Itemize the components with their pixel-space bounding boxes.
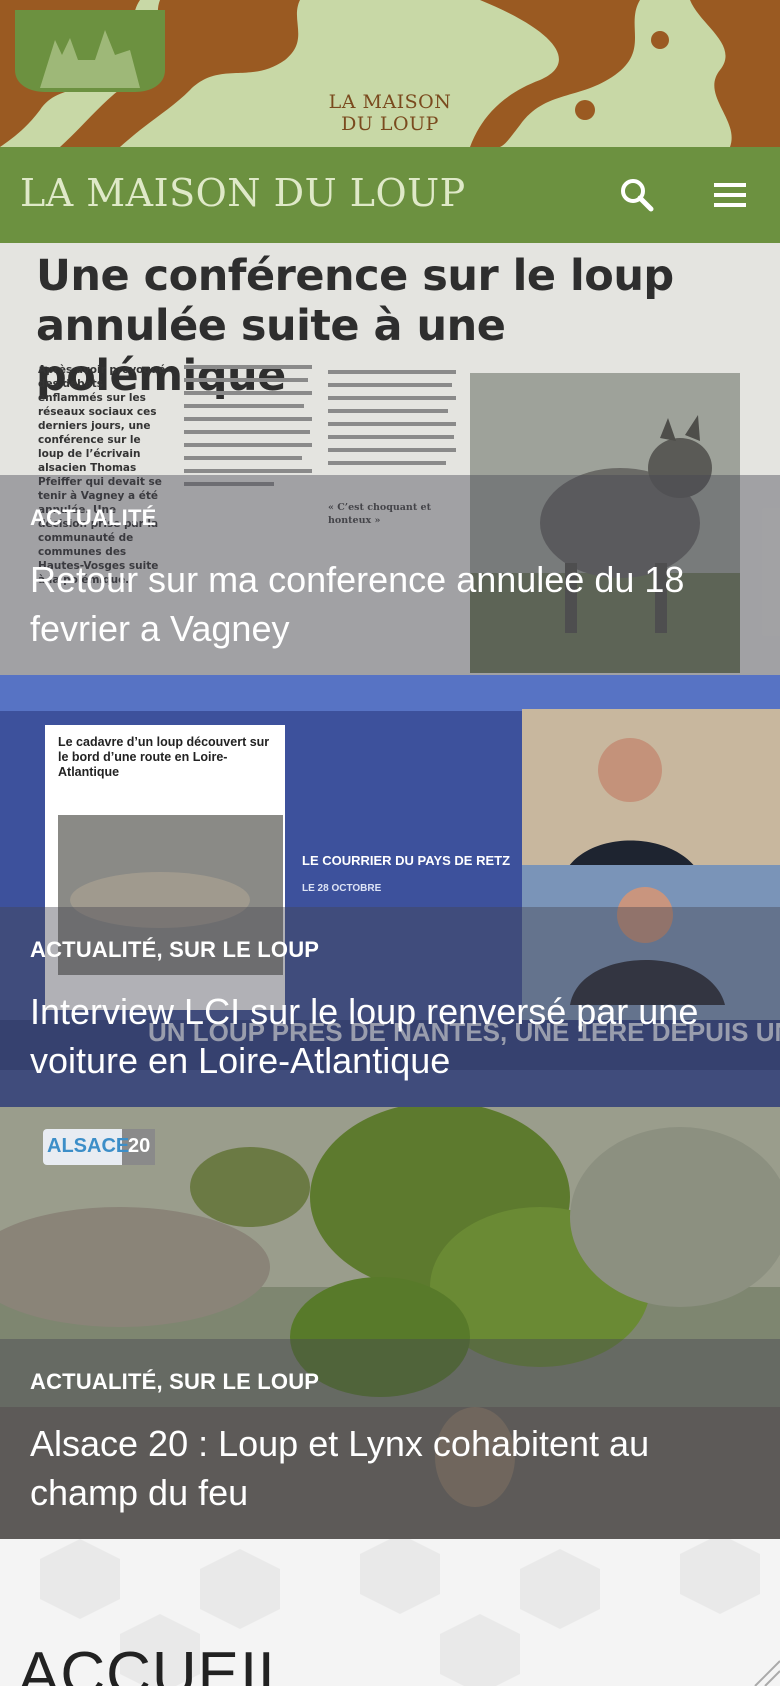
alsace20-logo-number: 20 xyxy=(128,1135,151,1157)
article-category[interactable]: ACTUALITÉ xyxy=(30,505,156,531)
article-category[interactable]: ACTUALITÉ, SUR LE LOUP xyxy=(30,937,319,963)
article-category[interactable]: ACTUALITÉ, SUR LE LOUP xyxy=(30,1369,319,1395)
home-title: ACCUEIL xyxy=(18,1640,294,1686)
tv-card-heading: Le cadavre d’un loup découvert sur le bo… xyxy=(58,735,270,779)
maison-du-loup-logo[interactable] xyxy=(0,0,180,134)
article-title[interactable]: Interview LCI sur le loup renversé par u… xyxy=(30,987,730,1085)
article-title[interactable]: Retour sur ma conference annulee du 18 f… xyxy=(30,555,730,653)
article-card-3[interactable]: ALSACE 20 ACTUALITÉ, SUR LE LOUP Alsace … xyxy=(0,1107,780,1539)
alsace20-logo-word: ALSACE xyxy=(47,1135,130,1157)
tv-date-label: LE 28 OCTOBRE xyxy=(302,883,382,894)
navigation-bar: LA MAISON DU LOUP xyxy=(0,147,780,243)
article-card-1[interactable]: Une conférence sur le loup annulée suite… xyxy=(0,243,780,675)
hamburger-menu-icon[interactable] xyxy=(710,175,750,215)
home-section: ACCUEIL xyxy=(0,1539,780,1686)
logo-text-line2: DU LOUP xyxy=(341,113,439,135)
site-title[interactable]: LA MAISON DU LOUP xyxy=(20,171,466,215)
article-title[interactable]: Alsace 20 : Loup et Lynx cohabitent au c… xyxy=(30,1419,730,1517)
article-card-2[interactable]: Le cadavre d’un loup découvert sur le bo… xyxy=(0,675,780,1107)
logo-text-line1: LA MAISON xyxy=(328,91,452,113)
search-icon[interactable] xyxy=(617,175,657,215)
tv-source-label: LE COURRIER DU PAYS DE RETZ xyxy=(302,853,511,868)
header-banner: LA MAISON DU LOUP xyxy=(0,0,780,147)
